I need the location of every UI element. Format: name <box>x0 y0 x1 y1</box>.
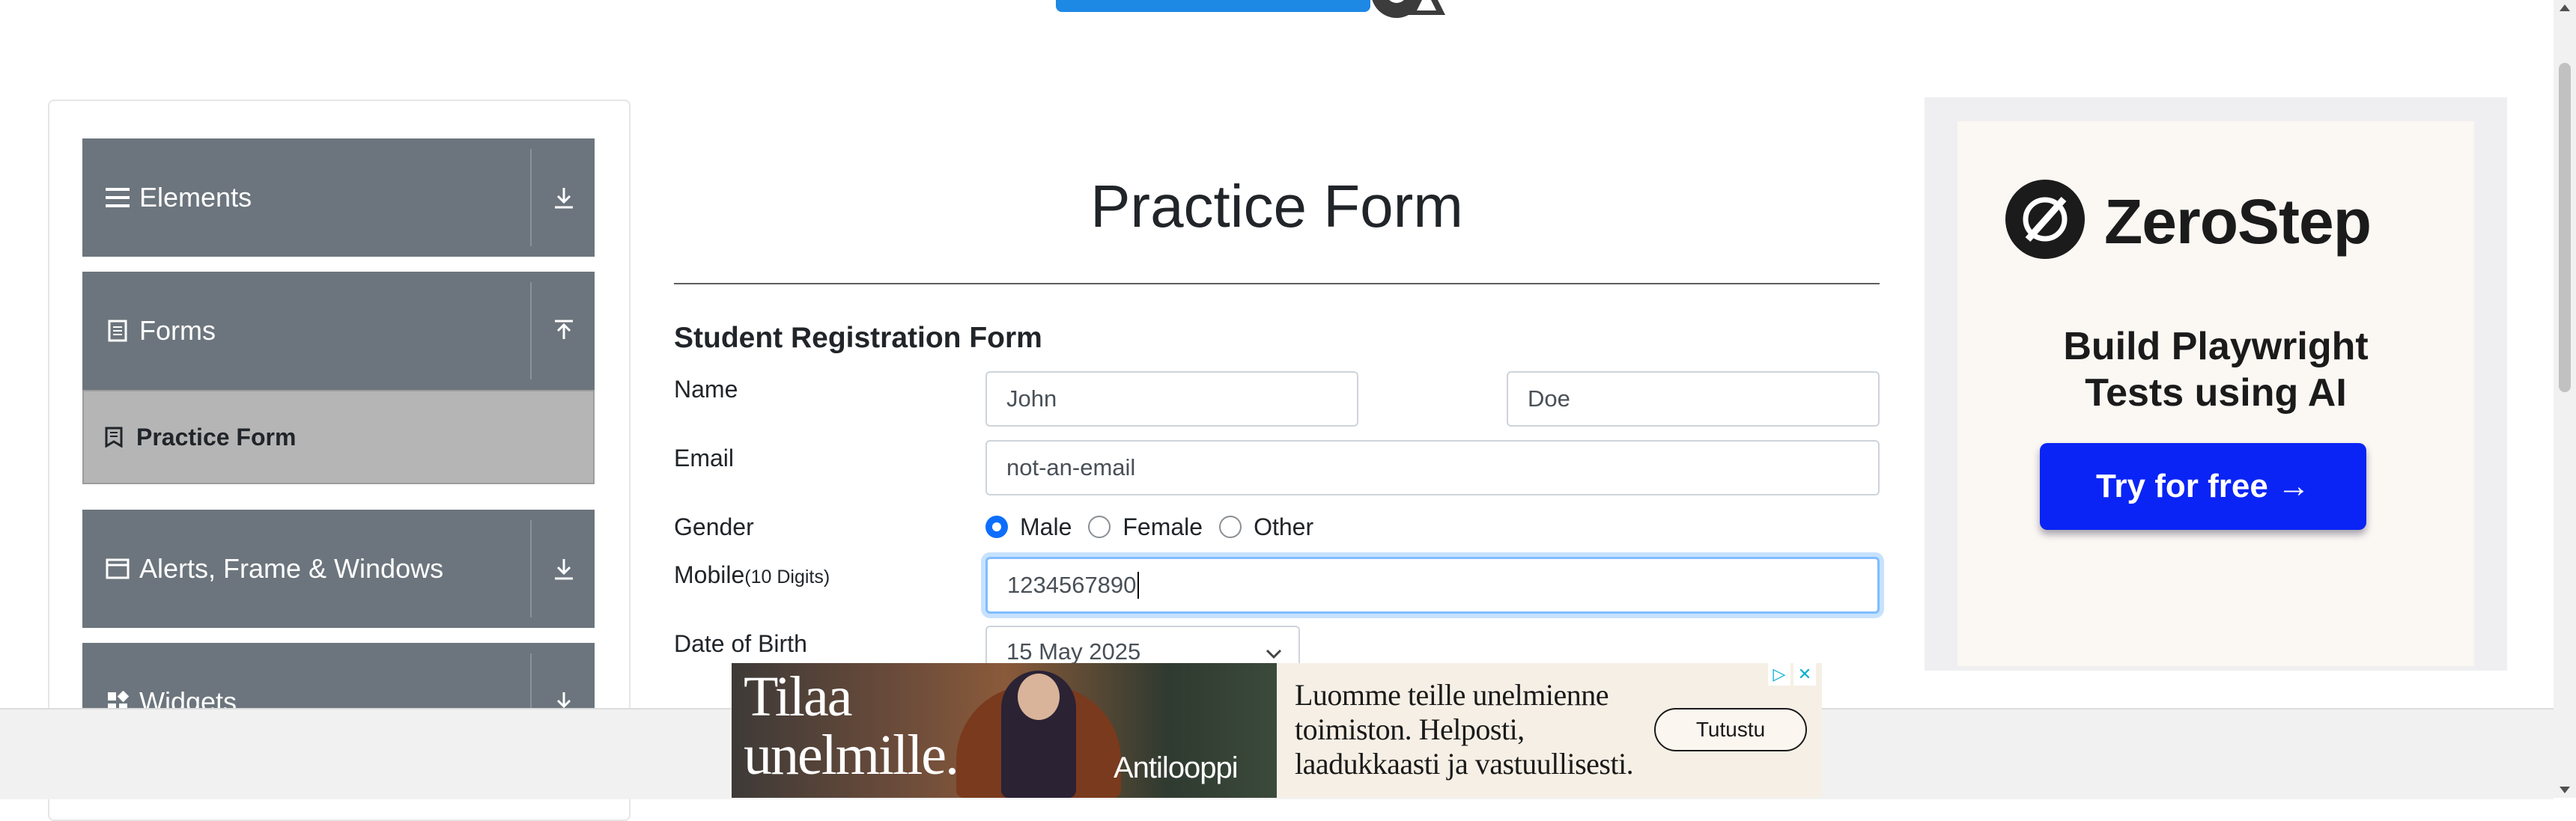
ad-choices[interactable]: ▷ ✕ <box>1765 663 1816 686</box>
last-name-value: Doe <box>1528 385 1570 412</box>
ad-copy: Luomme teille unelmienne toimiston. Help… <box>1295 678 1634 781</box>
mobile-value: 1234567890 <box>1007 572 1137 598</box>
chevron-down-icon <box>1266 649 1282 659</box>
scroll-up-arrow-icon[interactable] <box>2560 4 2570 11</box>
radio-button-checked[interactable] <box>985 516 1008 538</box>
text-cursor <box>1137 572 1140 599</box>
document-icon <box>105 318 130 344</box>
mobile-field[interactable]: 1234567890 <box>985 557 1880 614</box>
gender-radio-group: Male Female Other <box>985 512 1330 542</box>
adchoices-icon[interactable]: ▷ <box>1768 663 1790 686</box>
sidebar-group-forms[interactable]: Forms <box>82 272 595 390</box>
ad-headline-line: Tilaa <box>744 665 852 728</box>
vertical-scrollbar[interactable] <box>2554 0 2576 798</box>
gender-option-male[interactable]: Male <box>985 513 1072 541</box>
dob-label: Date of Birth <box>674 630 807 657</box>
email-value: not-an-email <box>1006 454 1136 480</box>
try-for-free-button[interactable]: Try for free → <box>2040 443 2366 530</box>
hamburger-icon <box>105 185 130 210</box>
download-icon[interactable] <box>547 180 581 215</box>
mobile-hint: (10 Digits) <box>744 567 830 587</box>
ad-tagline: Build Playwright Tests using AI <box>1957 323 2474 416</box>
ad-brand-logo: Antilooppi <box>1114 751 1239 784</box>
first-name-value: John <box>1006 385 1057 412</box>
ad-brand: ZeroStep <box>2104 186 2372 257</box>
ad-face-image <box>1018 674 1060 720</box>
download-icon[interactable] <box>547 552 581 586</box>
ad-headline: Tilaa unelmille. <box>744 665 959 787</box>
logo-tools-wordmark <box>1056 0 1370 12</box>
window-icon <box>105 556 130 582</box>
first-name-field[interactable]: John <box>985 371 1358 427</box>
title-divider <box>674 283 1880 284</box>
sidebar-group-label: Elements <box>139 182 252 213</box>
form-icon <box>105 427 126 448</box>
gender-option-female[interactable]: Female <box>1088 513 1203 541</box>
gear-icon <box>1372 0 1445 18</box>
sidebar-group-alerts[interactable]: Alerts, Frame & Windows <box>82 510 595 628</box>
ad-tagline-line: Build Playwright <box>2063 325 2369 368</box>
mobile-label-text: Mobile <box>674 561 745 588</box>
mobile-label: Mobile(10 Digits) <box>674 561 830 589</box>
page-title: Practice Form <box>1090 173 1463 239</box>
scroll-down-arrow-icon[interactable] <box>2560 787 2570 793</box>
tutustu-button[interactable]: Tutustu <box>1654 708 1807 751</box>
upload-icon[interactable] <box>547 314 581 348</box>
scrollbar-thumb[interactable] <box>2559 63 2571 392</box>
sidebar-group-label: Forms <box>139 315 216 346</box>
toolsqa-logo[interactable] <box>1041 0 1535 52</box>
radio-label: Other <box>1254 513 1314 540</box>
radio-button[interactable] <box>1219 516 1242 538</box>
sidebar-item-practice-form[interactable]: Practice Form <box>82 390 595 484</box>
email-field[interactable]: not-an-email <box>985 440 1880 495</box>
close-icon[interactable]: ✕ <box>1793 663 1816 686</box>
radio-button[interactable] <box>1088 516 1111 538</box>
radio-label: Female <box>1123 513 1203 540</box>
name-label: Name <box>674 376 738 403</box>
zerostep-logo-icon <box>2005 180 2085 259</box>
sidebar-item-label: Practice Form <box>136 423 297 451</box>
ad-card: ZeroStep Build Playwright Tests using AI… <box>1957 121 2474 666</box>
sidebar-group-elements[interactable]: Elements <box>82 138 595 257</box>
sidebar-group-label: Alerts, Frame & Windows <box>139 553 444 584</box>
divider <box>530 149 532 246</box>
radio-label: Male <box>1020 513 1072 540</box>
divider <box>530 282 532 379</box>
gender-label: Gender <box>674 513 754 540</box>
dob-value: 15 May 2025 <box>1006 638 1141 665</box>
antilooppi-banner-ad[interactable]: Tilaa unelmille. Antilooppi Luomme teill… <box>732 663 1822 798</box>
last-name-field[interactable]: Doe <box>1507 371 1880 427</box>
gender-option-other[interactable]: Other <box>1219 513 1313 541</box>
divider <box>530 520 532 617</box>
ad-headline-line: unelmille. <box>744 724 959 787</box>
ad-tagline-line: Tests using AI <box>2085 371 2347 415</box>
zerostep-ad[interactable]: ZeroStep Build Playwright Tests using AI… <box>1925 97 2507 671</box>
form-subtitle: Student Registration Form <box>674 322 1042 354</box>
email-label: Email <box>674 445 735 471</box>
